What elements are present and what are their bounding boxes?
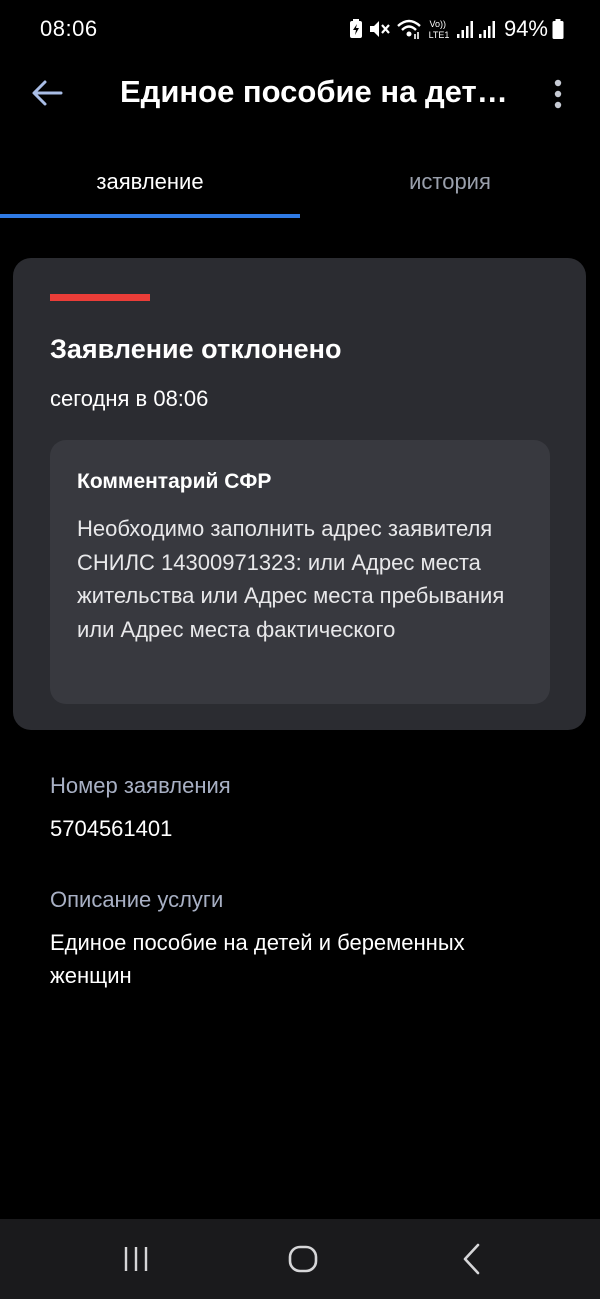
volte-label-bottom: LTE1 — [429, 30, 450, 40]
status-bar: 08:06 Vo)) LTE1 94% — [0, 0, 600, 58]
system-nav-bar — [0, 1219, 600, 1299]
status-accent-bar — [50, 294, 150, 301]
system-back-button[interactable] — [442, 1235, 502, 1283]
application-number-label: Номер заявления — [50, 773, 231, 798]
service-description-label: Описание услуги — [50, 887, 224, 912]
home-button[interactable] — [273, 1235, 333, 1283]
volte-label-top: Vo)) — [429, 19, 446, 29]
comment-label: Комментарий СФР — [77, 470, 272, 493]
volte-label: Vo)) LTE1 — [429, 19, 450, 40]
application-number-value: 5704561401 — [50, 816, 173, 841]
recent-apps-icon — [124, 1247, 148, 1271]
back-button[interactable] — [24, 70, 70, 116]
battery-saver-icon — [348, 18, 364, 40]
signal-icon — [478, 18, 496, 40]
status-time: 08:06 — [40, 16, 98, 41]
tab-indicator — [0, 214, 300, 218]
recent-apps-button[interactable] — [106, 1235, 166, 1283]
back-icon — [463, 1243, 480, 1275]
page-title: Единое пособие на детей и беременных жен… — [120, 74, 515, 109]
arrow-left-icon — [32, 80, 63, 106]
status-icons: Vo)) LTE1 94% — [348, 14, 564, 44]
service-description-value: Единое пособие на детей и беременных жен… — [50, 930, 465, 988]
wifi-icon — [396, 18, 422, 40]
more-options-button[interactable] — [538, 72, 578, 116]
tab-application[interactable]: заявление — [0, 148, 300, 216]
volte-icon: Vo)) LTE1 — [426, 17, 452, 41]
app-bar: Единое пособие на детей и беременных жен… — [0, 58, 600, 128]
home-icon — [288, 1245, 318, 1273]
status-title: Заявление отклонено — [50, 334, 342, 364]
more-vertical-icon — [554, 79, 562, 109]
comment-box: Комментарий СФР Необходимо заполнить адр… — [50, 440, 550, 704]
signal-icon — [456, 18, 474, 40]
tab-history[interactable]: история — [300, 148, 600, 216]
mute-icon — [368, 18, 392, 40]
comment-text: Необходимо заполнить адрес заявителя СНИ… — [77, 516, 505, 642]
tab-bar: заявление история — [0, 148, 600, 220]
status-date: сегодня в 08:06 — [50, 386, 209, 411]
battery-percentage: 94% — [503, 16, 548, 41]
status-card: Заявление отклонено сегодня в 08:06 Комм… — [13, 258, 586, 730]
battery-icon — [552, 18, 564, 40]
